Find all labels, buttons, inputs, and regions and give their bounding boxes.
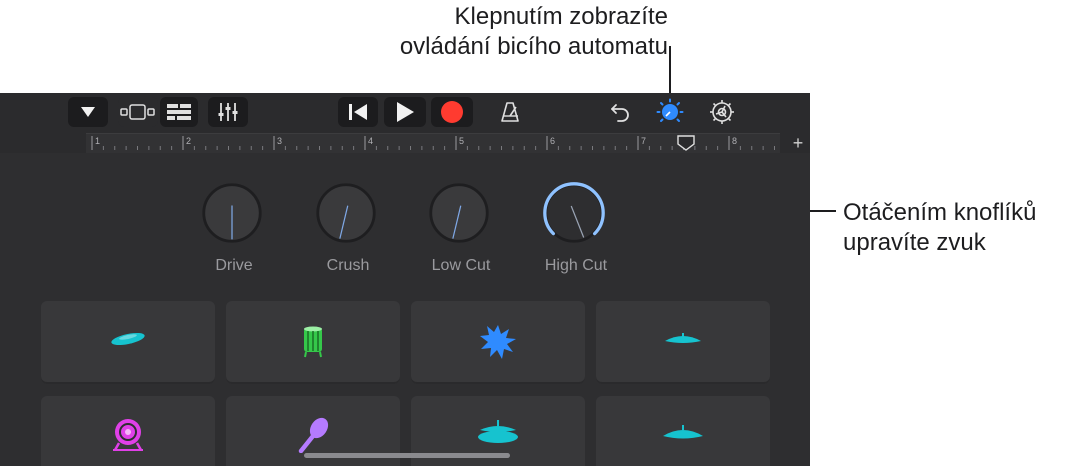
- callout-top-line2: ovládání bicího automatu: [399, 33, 668, 60]
- play-button[interactable]: [384, 97, 426, 127]
- record-icon: [441, 101, 463, 123]
- callout-leader-top: [669, 46, 671, 98]
- toolbar: [0, 93, 810, 133]
- knob-drive[interactable]: [200, 181, 264, 245]
- ruler-bar-number: 1: [95, 136, 100, 146]
- callout-right-line2: upravíte zvuk: [843, 229, 986, 256]
- ruler-bar-number: 3: [277, 136, 282, 146]
- browser-menu-button[interactable]: [68, 97, 108, 127]
- tracks-icon: [167, 104, 191, 120]
- hihat-closed-icon: [665, 332, 701, 343]
- knob-label: Drive: [215, 257, 253, 274]
- drum-pad[interactable]: [596, 396, 770, 466]
- tracks-view-button[interactable]: [160, 97, 198, 127]
- hihat-icon: [478, 419, 518, 443]
- timeline-ruler[interactable]: 1 2 3 4 5 6 7 8: [86, 133, 780, 154]
- record-button[interactable]: [431, 97, 473, 127]
- drum-controls-button[interactable]: [650, 97, 690, 127]
- knob-low-cut[interactable]: [427, 181, 491, 245]
- home-indicator[interactable]: [304, 453, 510, 458]
- mixer-button[interactable]: [208, 97, 248, 127]
- cymbal-icon: [663, 424, 703, 438]
- callout-right-line1: Otáčením knoflíků: [843, 199, 1037, 226]
- ruler-bar-number: 6: [550, 136, 555, 146]
- drum-pad[interactable]: [41, 301, 215, 384]
- drum-pad[interactable]: [596, 301, 770, 384]
- undo-button[interactable]: [600, 97, 640, 127]
- drum-pad[interactable]: [411, 301, 585, 384]
- drum-pad[interactable]: [41, 396, 215, 466]
- drum-pad[interactable]: [226, 301, 400, 384]
- undo-icon: [611, 104, 629, 122]
- knob-label: Low Cut: [431, 257, 491, 274]
- sliders-icon: [218, 103, 238, 121]
- ruler-bar-number: 7: [641, 136, 646, 146]
- knob-crush[interactable]: [314, 181, 378, 245]
- triangle-down-icon: [81, 107, 95, 117]
- kick-drum-icon: [113, 418, 143, 451]
- ruler-ticks: 1 2 3 4 5 6 7 8: [91, 135, 775, 151]
- ruler-bar-number: 4: [368, 136, 373, 146]
- metronome-button[interactable]: [490, 97, 530, 127]
- ruler-bar-number: 5: [459, 136, 464, 146]
- clap-burst-icon: [480, 324, 516, 359]
- maraca-icon: [298, 417, 329, 453]
- tom-drum-icon: [304, 326, 322, 357]
- knob-high-cut[interactable]: [542, 181, 606, 245]
- add-section-button[interactable]: +: [788, 133, 808, 153]
- ruler-bar-number: 2: [186, 136, 191, 146]
- play-icon: [397, 102, 414, 122]
- view-toggle-button[interactable]: [118, 97, 158, 127]
- skip-back-icon: [349, 104, 367, 120]
- callout-knobs: Otáčením knoflíků upravíte zvuk: [843, 198, 1036, 258]
- knob-label: High Cut: [544, 257, 608, 274]
- drum-machine-panel: Drive Crush Low Cut High Cut: [0, 153, 810, 466]
- gear-icon: [710, 100, 734, 124]
- metronome-icon: [501, 102, 519, 122]
- knob-label: Crush: [326, 257, 370, 274]
- instrument-view-icon: [120, 104, 155, 120]
- knob-controls-icon: [656, 98, 684, 122]
- settings-button[interactable]: [702, 97, 742, 127]
- callout-top-line1: Klepnutím zobrazíte: [454, 3, 668, 30]
- playhead-marker[interactable]: [677, 135, 695, 151]
- ruler-bar-number: 8: [732, 136, 737, 146]
- callout-drum-controls: Klepnutím zobrazíte ovládání bicího auto…: [300, 2, 668, 62]
- snare-drum-icon: [111, 332, 145, 345]
- garageband-window: 1 2 3 4 5 6 7 8 + Drive Crush Low Cut High Cut: [0, 93, 810, 466]
- go-to-start-button[interactable]: [338, 97, 378, 127]
- ruler-gutter: [0, 133, 86, 153]
